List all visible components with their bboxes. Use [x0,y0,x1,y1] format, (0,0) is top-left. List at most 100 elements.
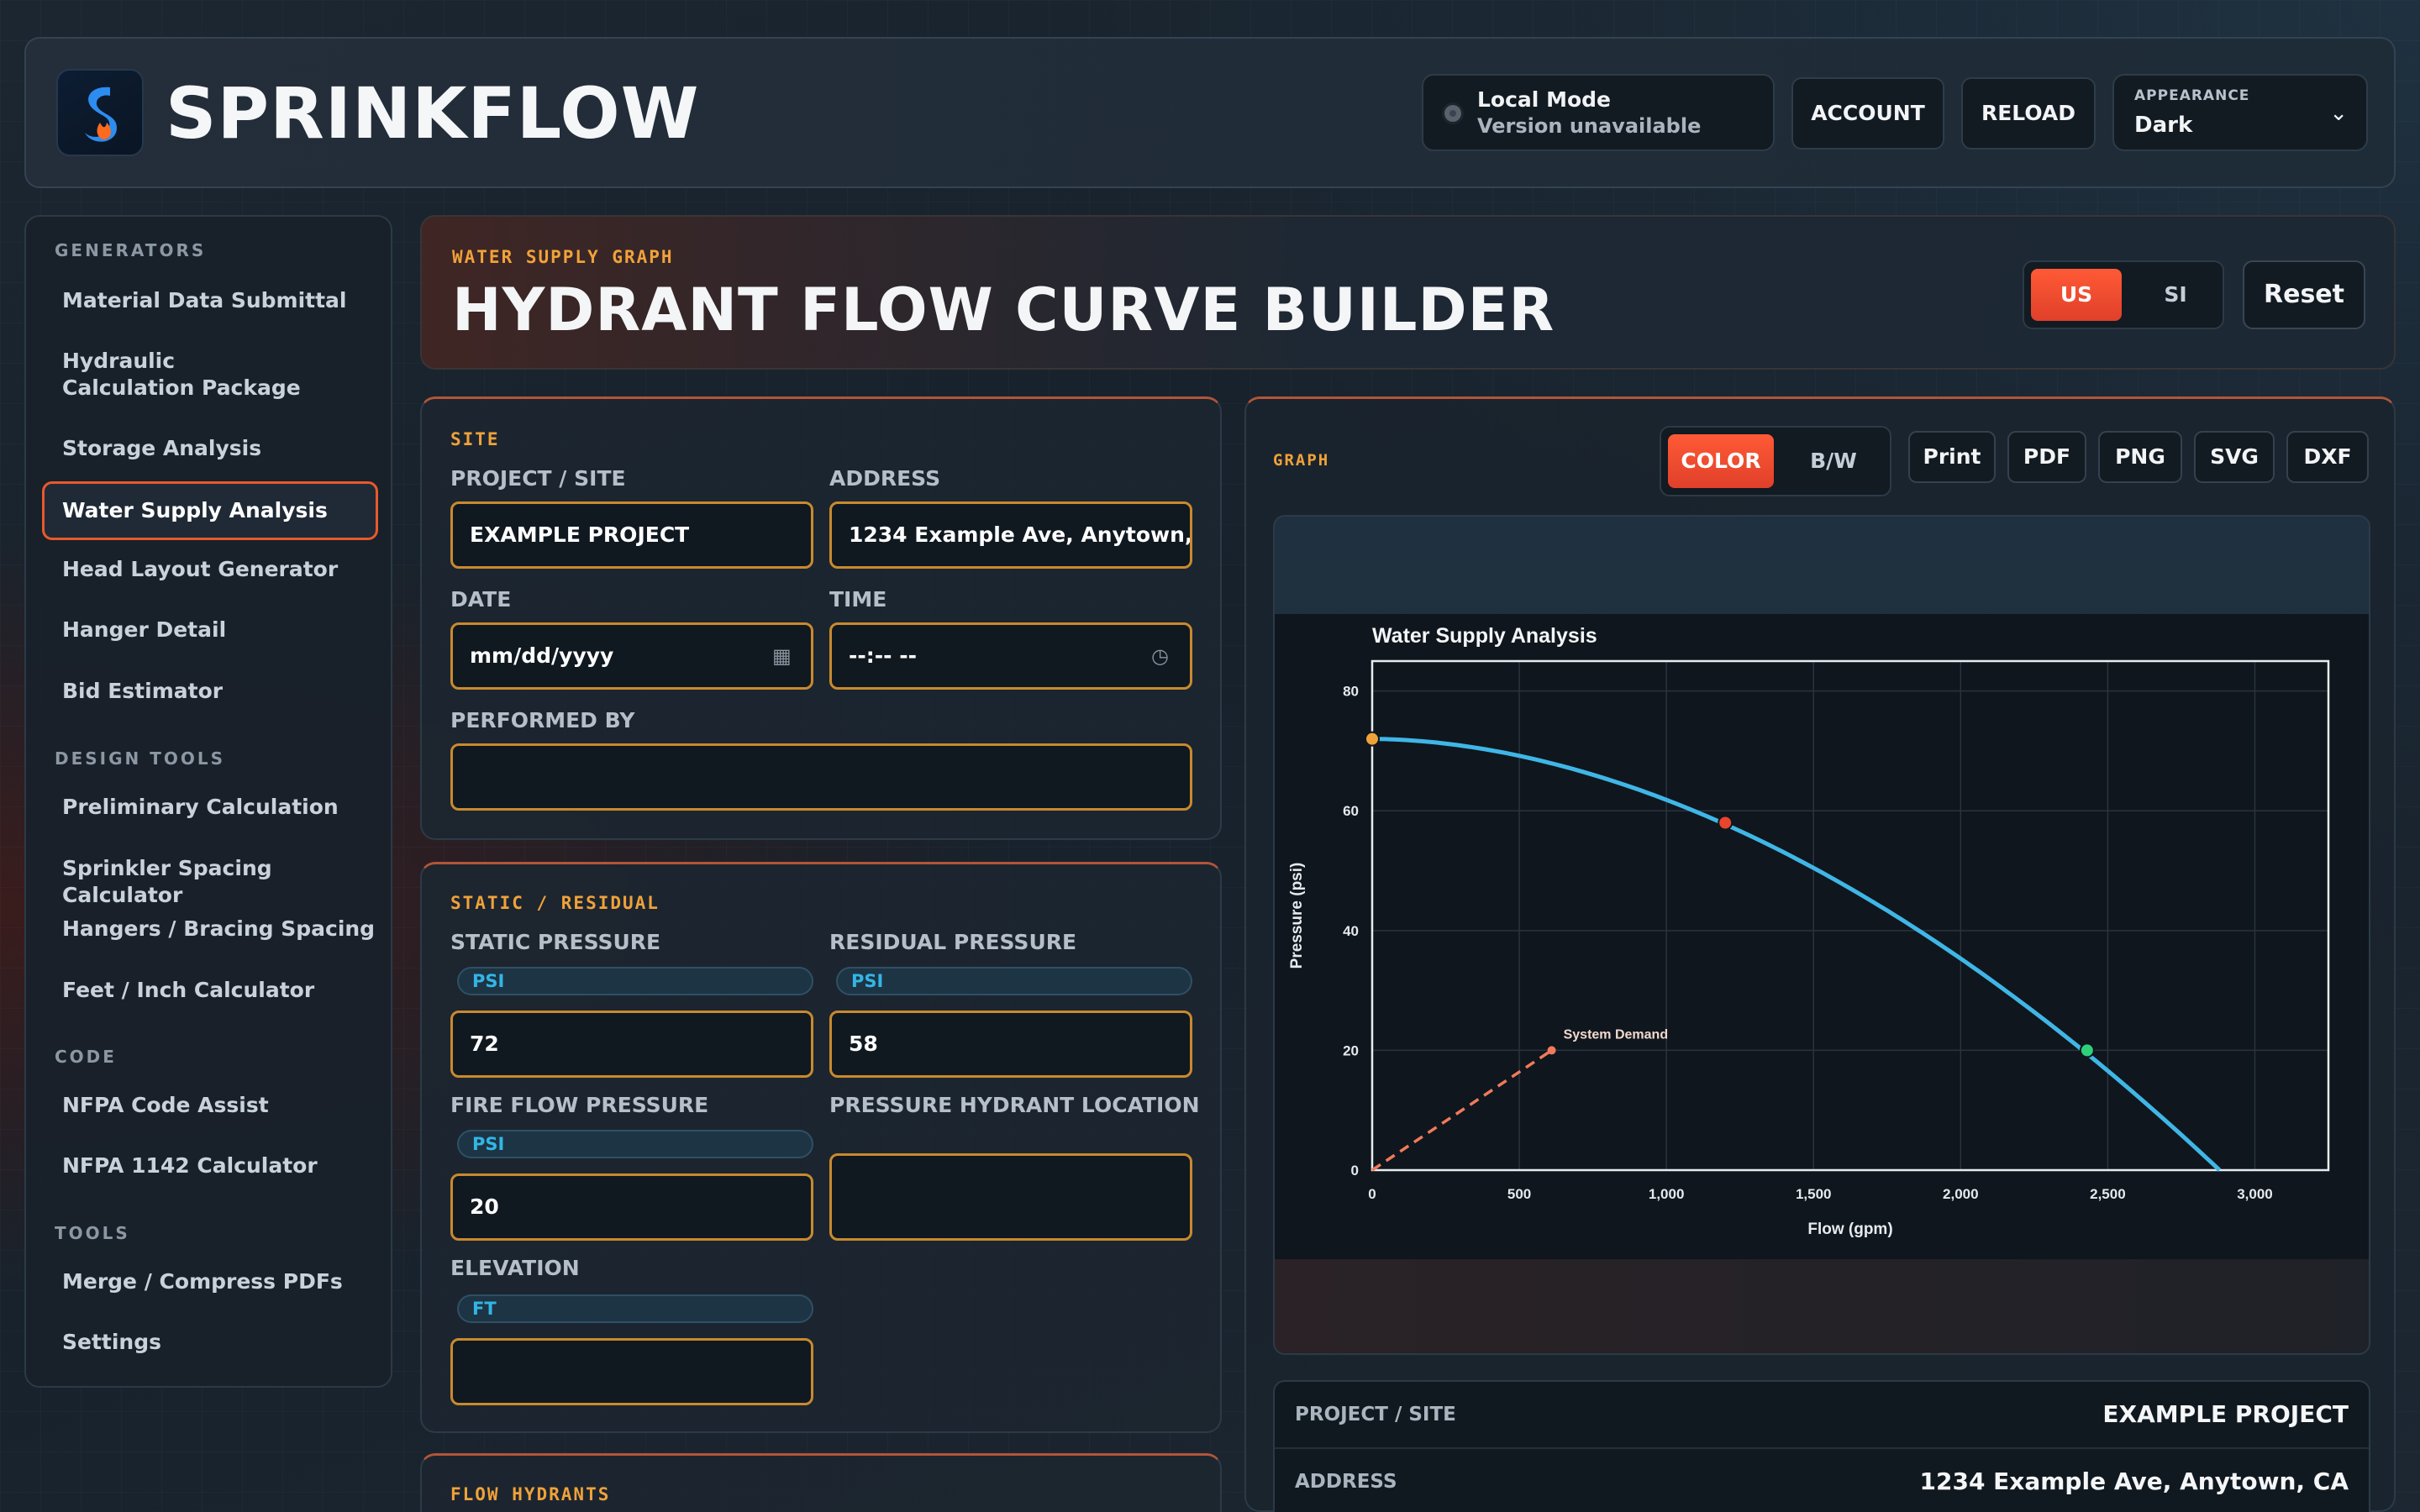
summary-row: PROJECT / SITE EXAMPLE PROJECT [1275,1382,2369,1449]
clock-icon[interactable]: ◷ [1151,645,1173,667]
project-input[interactable]: EXAMPLE PROJECT [450,501,813,569]
performed-by-input[interactable] [450,743,1192,811]
sidebar-section-code: CODE [55,1047,117,1067]
elevation-unit-pill: FT [457,1294,813,1323]
project-label: PROJECT / SITE [450,466,626,491]
time-label: TIME [829,587,887,612]
appearance-select[interactable]: APPEARANCE Dark ⌄ [2112,74,2368,151]
color-mode-toggle: COLOR B/W [1660,426,1891,496]
site-section-title: SITE [450,429,500,449]
performed-by-label: PERFORMED BY [450,708,635,732]
system-demand-line [1371,1048,1553,1172]
summary-table: PROJECT / SITE EXAMPLE PROJECT ADDRESS 1… [1273,1380,2370,1512]
color-button[interactable]: COLOR [1668,434,1774,488]
sidebar-item-sprinkler-spacing-calculator[interactable]: Sprinkler Spacing Calculator [42,855,378,909]
static-residual-panel: STATIC / RESIDUAL STATIC PRESSURE RESIDU… [420,862,1222,1433]
flame-logo-icon [85,87,117,142]
flow-hydrants-panel: FLOW HYDRANTS [420,1453,1222,1512]
page-header: WATER SUPPLY GRAPH HYDRANT FLOW CURVE BU… [420,215,2396,370]
chevron-down-icon: ⌄ [2329,101,2348,126]
sidebar-item-nfpa-code-assist[interactable]: NFPA Code Assist [42,1092,378,1119]
calendar-icon[interactable]: ▦ [772,645,794,667]
pdf-button[interactable]: PDF [2007,431,2086,483]
app-header: SPRINKFLOW Local Mode Version unavailabl… [24,37,2396,188]
y-tick-label: 80 [1343,684,1359,700]
graph-panel: GRAPH COLOR B/W Print PDF PNG SVG DXF 0 5… [1244,396,2396,1512]
print-button[interactable]: Print [1908,431,1996,483]
png-button[interactable]: PNG [2098,431,2182,483]
supply-curve-line [1371,737,2222,1172]
page-kicker: WATER SUPPLY GRAPH [452,247,674,267]
graph-section-title: GRAPH [1273,451,1330,470]
residual-unit-pill: PSI [836,967,1192,995]
sidebar-item-settings[interactable]: Settings [42,1329,378,1356]
unit-toggle: US SI [2023,260,2224,329]
account-button[interactable]: ACCOUNT [1791,77,1944,150]
time-input[interactable]: --:-- -- ◷ [829,622,1192,690]
reset-button[interactable]: Reset [2243,260,2365,329]
fire-flow-unit-pill: PSI [457,1130,813,1158]
elevation-label: ELEVATION [450,1256,580,1280]
sidebar-item-head-layout-generator[interactable]: Head Layout Generator [42,556,378,583]
y-tick-label: 60 [1343,803,1359,819]
y-tick-label: 20 [1343,1042,1359,1058]
chart-container: 0 500 1,000 1,500 2,000 2,500 3,000 0 20 40 60 80 Wa… [1273,515,2370,1355]
sidebar-item-water-supply-analysis[interactable]: Water Supply Analysis [42,481,378,540]
sidebar-item-material-data-submittal[interactable]: Material Data Submittal [42,287,378,314]
reload-button[interactable]: RELOAD [1961,77,2096,150]
mode-label: Local Mode [1477,87,1611,112]
data-point [1718,815,1733,831]
sidebar-section-generators: GENERATORS [55,240,207,260]
address-label: ADDRESS [829,466,941,491]
svg-button[interactable]: SVG [2194,431,2275,483]
y-tick-label: 0 [1351,1163,1359,1179]
elevation-input[interactable] [450,1338,813,1405]
residual-pressure-input[interactable]: 58 [829,1011,1192,1078]
water-supply-chart: 0 500 1,000 1,500 2,000 2,500 3,000 0 20 40 60 80 Wa… [1288,624,2330,1238]
sidebar-item-merge-compress-pdfs[interactable]: Merge / Compress PDFs [42,1268,378,1295]
unit-us-button[interactable]: US [2031,269,2122,321]
sidebar-item-hydraulic-calculation-package[interactable]: Hydraulic Calculation Package [42,348,311,402]
static-pressure-input[interactable]: 72 [450,1011,813,1078]
plot-frame [1370,659,2330,1172]
summary-value: 1234 Example Ave, Anytown, CA [1919,1467,2349,1495]
page-title: HYDRANT FLOW CURVE BUILDER [452,276,1555,344]
summary-row: ADDRESS 1234 Example Ave, Anytown, CA [1275,1449,2369,1512]
date-input[interactable]: mm/dd/yyyy ▦ [450,622,813,690]
summary-key: ADDRESS [1295,1471,1397,1493]
fire-flow-pressure-input[interactable]: 20 [450,1173,813,1241]
time-placeholder: --:-- -- [849,643,917,668]
sidebar-item-storage-analysis[interactable]: Storage Analysis [42,435,378,462]
x-tick-label: 500 [1507,1186,1531,1202]
chart-title: Water Supply Analysis [1372,624,1597,648]
sidebar-item-feet-inch-calculator[interactable]: Feet / Inch Calculator [42,977,378,1004]
sidebar-item-hangers-bracing-spacing[interactable]: Hangers / Bracing Spacing [42,916,378,942]
date-placeholder: mm/dd/yyyy [470,643,614,668]
static-residual-section-title: STATIC / RESIDUAL [450,893,660,913]
bw-button[interactable]: B/W [1787,434,1880,488]
site-panel: SITE PROJECT / SITE ADDRESS EXAMPLE PROJ… [420,396,1222,840]
hydrant-location-input[interactable] [829,1153,1192,1241]
sidebar-item-hanger-detail[interactable]: Hanger Detail [42,617,378,643]
x-tick-label: 0 [1368,1186,1376,1202]
sidebar-item-nfpa-1142-calculator[interactable]: NFPA 1142 Calculator [42,1152,378,1179]
x-tick-label: 1,500 [1796,1186,1832,1202]
address-input[interactable]: 1234 Example Ave, Anytown, CA [829,501,1192,569]
residual-pressure-label: RESIDUAL PRESSURE [829,930,1077,954]
x-tick-label: 2,000 [1943,1186,1979,1202]
y-tick-label: 40 [1343,923,1359,939]
fire-flow-pressure-label: FIRE FLOW PRESSURE [450,1093,709,1117]
chart-footer-band [1275,1259,2369,1353]
sidebar-item-preliminary-calculation[interactable]: Preliminary Calculation [42,794,378,821]
static-unit-pill: PSI [457,967,813,995]
y-axis-label: Pressure (psi) [1288,863,1306,969]
sidebar-item-bid-estimator[interactable]: Bid Estimator [42,678,378,705]
unit-si-button[interactable]: SI [2133,269,2217,321]
x-tick-label: 1,000 [1649,1186,1685,1202]
system-demand-label: System Demand [1564,1027,1669,1042]
summary-value: EXAMPLE PROJECT [2102,1400,2349,1428]
chart-area: 0 500 1,000 1,500 2,000 2,500 3,000 0 20 40 60 80 Wa… [1275,614,2369,1259]
app-logo [56,69,144,156]
dxf-button[interactable]: DXF [2286,431,2369,483]
data-point [2079,1042,2095,1058]
